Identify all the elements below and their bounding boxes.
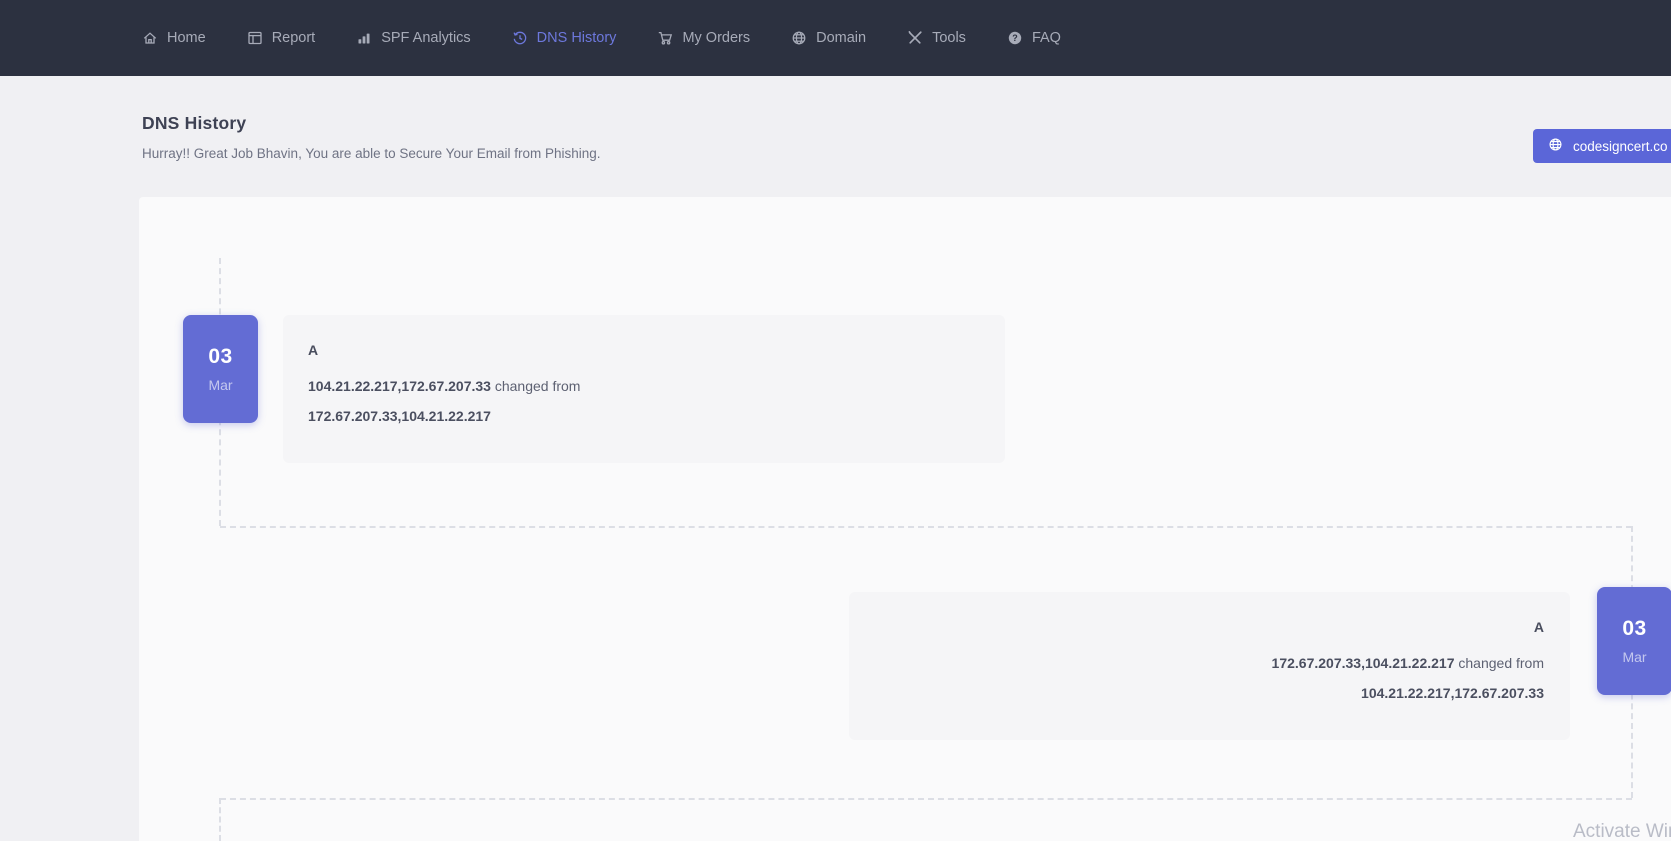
dns-record-card: A 172.67.207.33,104.21.22.217 changed fr…: [849, 592, 1570, 740]
nav-item-label: DNS History: [537, 30, 617, 46]
nav-item-report[interactable]: Report: [247, 30, 316, 46]
record-old-value: 172.67.207.33,104.21.22.217: [308, 408, 491, 424]
nav-item-label: My Orders: [682, 30, 750, 46]
globe-icon: [791, 30, 807, 46]
record-change-line: 172.67.207.33,104.21.22.217 changed from…: [877, 648, 1544, 708]
record-old-value: 104.21.22.217,172.67.207.33: [1361, 685, 1544, 701]
domain-button[interactable]: codesigncert.co: [1533, 129, 1671, 163]
dns-history-panel: 03 Mar A 104.21.22.217,172.67.207.33 cha…: [139, 197, 1671, 841]
nav-item-label: Home: [167, 30, 206, 46]
timeline-date-badge: 03 Mar: [183, 315, 258, 423]
bar-chart-icon: [356, 30, 372, 46]
timeline-connector-horizontal-2: [220, 798, 1632, 800]
home-icon: [142, 30, 158, 46]
record-change-text: changed from: [1458, 655, 1544, 671]
dns-record-card: A 104.21.22.217,172.67.207.33 changed fr…: [283, 315, 1005, 463]
nav-item-label: SPF Analytics: [381, 30, 470, 46]
date-month: Mar: [208, 377, 232, 393]
timeline-connector-vertical-3: [219, 798, 221, 841]
nav-item-my-orders[interactable]: My Orders: [657, 30, 750, 46]
nav-item-label: Report: [272, 30, 316, 46]
history-icon: [512, 30, 528, 46]
activate-windows-watermark: Activate Windows: [1573, 821, 1671, 841]
date-day: 03: [208, 345, 232, 369]
record-change-line: 104.21.22.217,172.67.207.33 changed from…: [308, 371, 977, 431]
tools-icon: [907, 30, 923, 46]
nav-item-label: Domain: [816, 30, 866, 46]
svg-text:?: ?: [1012, 33, 1018, 43]
nav-item-home[interactable]: Home: [142, 30, 206, 46]
nav-item-label: Tools: [932, 30, 966, 46]
top-navbar: Home Report SPF Analytics DNS History My…: [0, 0, 1671, 76]
question-circle-icon: ?: [1007, 30, 1023, 46]
page-subtitle: Hurray!! Great Job Bhavin, You are able …: [142, 146, 601, 161]
nav-item-label: FAQ: [1032, 30, 1061, 46]
globe-icon: [1548, 137, 1563, 155]
date-day: 03: [1622, 617, 1646, 641]
record-type: A: [308, 342, 977, 358]
nav-item-spf-analytics[interactable]: SPF Analytics: [356, 30, 470, 46]
nav-item-faq[interactable]: ? FAQ: [1007, 30, 1061, 46]
timeline-connector-horizontal-1: [220, 526, 1632, 528]
cart-icon: [657, 30, 673, 46]
page-title: DNS History: [142, 113, 246, 134]
record-change-text: changed from: [495, 378, 581, 394]
nav-item-dns-history[interactable]: DNS History: [512, 30, 617, 46]
domain-button-label: codesigncert.co: [1573, 139, 1668, 154]
record-new-value: 172.67.207.33,104.21.22.217: [1272, 655, 1455, 671]
record-new-value: 104.21.22.217,172.67.207.33: [308, 378, 491, 394]
timeline-date-badge: 03 Mar: [1597, 587, 1671, 695]
report-icon: [247, 30, 263, 46]
nav-item-tools[interactable]: Tools: [907, 30, 966, 46]
nav-item-domain[interactable]: Domain: [791, 30, 866, 46]
record-type: A: [877, 619, 1544, 635]
date-month: Mar: [1622, 649, 1646, 665]
